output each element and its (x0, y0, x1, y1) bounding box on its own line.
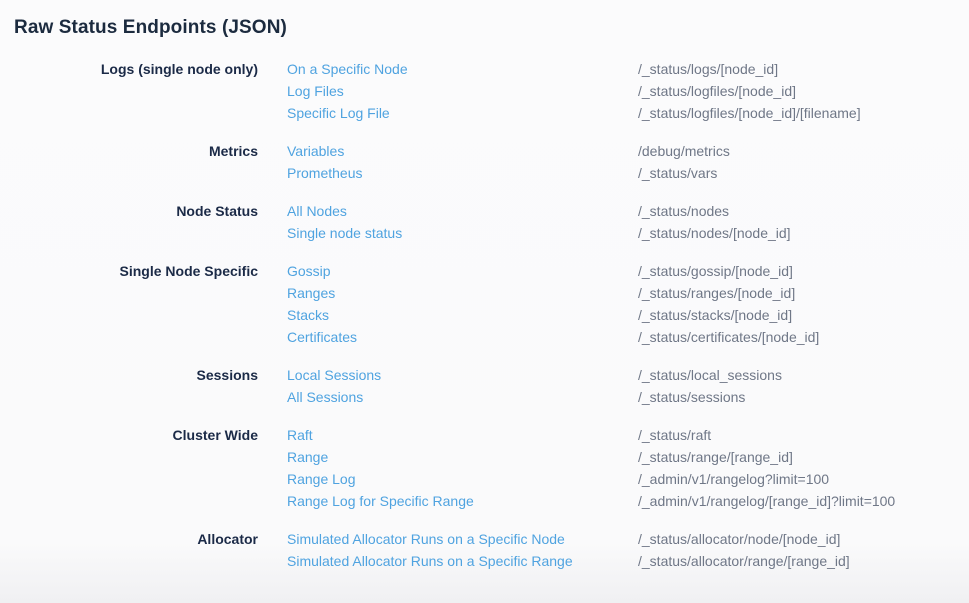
endpoint-url: /_status/range/[range_id] (638, 446, 969, 468)
endpoint-url: /_status/allocator/range/[range_id] (638, 550, 969, 572)
section-links: Simulated Allocator Runs on a Specific N… (258, 528, 638, 572)
section-urls: /_status/allocator/node/[node_id]/_statu… (638, 528, 969, 572)
endpoint-url: /_status/vars (638, 162, 969, 184)
section-urls: /_status/nodes/_status/nodes/[node_id] (638, 200, 969, 244)
endpoint-url: /_status/gossip/[node_id] (638, 260, 969, 282)
endpoint-section: Node Status All NodesSingle node status … (0, 200, 969, 244)
endpoint-link[interactable]: Gossip (287, 260, 638, 282)
endpoint-section: Logs (single node only) On a Specific No… (0, 58, 969, 124)
endpoint-url: /_status/certificates/[node_id] (638, 326, 969, 348)
section-links: Local SessionsAll Sessions (258, 364, 638, 408)
section-urls: /debug/metrics/_status/vars (638, 140, 969, 184)
endpoint-link[interactable]: Certificates (287, 326, 638, 348)
endpoint-url: /_status/logfiles/[node_id] (638, 80, 969, 102)
endpoint-link[interactable]: Specific Log File (287, 102, 638, 124)
endpoint-url: /debug/metrics (638, 140, 969, 162)
section-links: All NodesSingle node status (258, 200, 638, 244)
endpoint-section: Sessions Local SessionsAll Sessions /_st… (0, 364, 969, 408)
section-links: GossipRangesStacksCertificates (258, 260, 638, 348)
section-category-label: Single Node Specific (0, 260, 258, 348)
endpoint-url: /_status/ranges/[node_id] (638, 282, 969, 304)
endpoint-link[interactable]: Range Log (287, 468, 638, 490)
endpoint-url: /_status/nodes/[node_id] (638, 222, 969, 244)
endpoint-url: /_status/sessions (638, 386, 969, 408)
endpoint-link[interactable]: Local Sessions (287, 364, 638, 386)
page-title: Raw Status Endpoints (JSON) (0, 0, 969, 42)
endpoint-url: /_admin/v1/rangelog?limit=100 (638, 468, 969, 490)
endpoint-section: Cluster Wide RaftRangeRange LogRange Log… (0, 424, 969, 512)
endpoint-url: /_admin/v1/rangelog/[range_id]?limit=100 (638, 490, 969, 512)
endpoint-link[interactable]: Prometheus (287, 162, 638, 184)
endpoint-url: /_status/allocator/node/[node_id] (638, 528, 969, 550)
endpoint-link[interactable]: All Sessions (287, 386, 638, 408)
endpoint-link[interactable]: Simulated Allocator Runs on a Specific R… (287, 550, 638, 572)
endpoint-link[interactable]: Range Log for Specific Range (287, 490, 638, 512)
section-category-label: Cluster Wide (0, 424, 258, 512)
section-urls: /_status/gossip/[node_id]/_status/ranges… (638, 260, 969, 348)
endpoint-section: Metrics VariablesPrometheus /debug/metri… (0, 140, 969, 184)
section-urls: /_status/logs/[node_id]/_status/logfiles… (638, 58, 969, 124)
endpoints-table: Logs (single node only) On a Specific No… (0, 58, 969, 572)
endpoint-url: /_status/stacks/[node_id] (638, 304, 969, 326)
endpoint-link[interactable]: All Nodes (287, 200, 638, 222)
endpoint-url: /_status/nodes (638, 200, 969, 222)
endpoint-url: /_status/raft (638, 424, 969, 446)
section-links: VariablesPrometheus (258, 140, 638, 184)
endpoint-section: Single Node Specific GossipRangesStacksC… (0, 260, 969, 348)
endpoint-link[interactable]: Variables (287, 140, 638, 162)
endpoint-link[interactable]: Ranges (287, 282, 638, 304)
endpoint-link[interactable]: Range (287, 446, 638, 468)
section-category-label: Logs (single node only) (0, 58, 258, 124)
section-links: RaftRangeRange LogRange Log for Specific… (258, 424, 638, 512)
raw-status-endpoints-page: Raw Status Endpoints (JSON) Logs (single… (0, 0, 969, 603)
endpoint-url: /_status/local_sessions (638, 364, 969, 386)
section-category-label: Node Status (0, 200, 258, 244)
endpoint-link[interactable]: Log Files (287, 80, 638, 102)
endpoint-url: /_status/logs/[node_id] (638, 58, 969, 80)
endpoint-link[interactable]: Stacks (287, 304, 638, 326)
endpoint-link[interactable]: Simulated Allocator Runs on a Specific N… (287, 528, 638, 550)
endpoint-link[interactable]: On a Specific Node (287, 58, 638, 80)
section-links: On a Specific NodeLog FilesSpecific Log … (258, 58, 638, 124)
section-category-label: Sessions (0, 364, 258, 408)
section-category-label: Allocator (0, 528, 258, 572)
endpoint-link[interactable]: Raft (287, 424, 638, 446)
endpoint-link[interactable]: Single node status (287, 222, 638, 244)
section-category-label: Metrics (0, 140, 258, 184)
section-urls: /_status/local_sessions/_status/sessions (638, 364, 969, 408)
section-urls: /_status/raft/_status/range/[range_id]/_… (638, 424, 969, 512)
endpoint-section: Allocator Simulated Allocator Runs on a … (0, 528, 969, 572)
endpoint-url: /_status/logfiles/[node_id]/[filename] (638, 102, 969, 124)
